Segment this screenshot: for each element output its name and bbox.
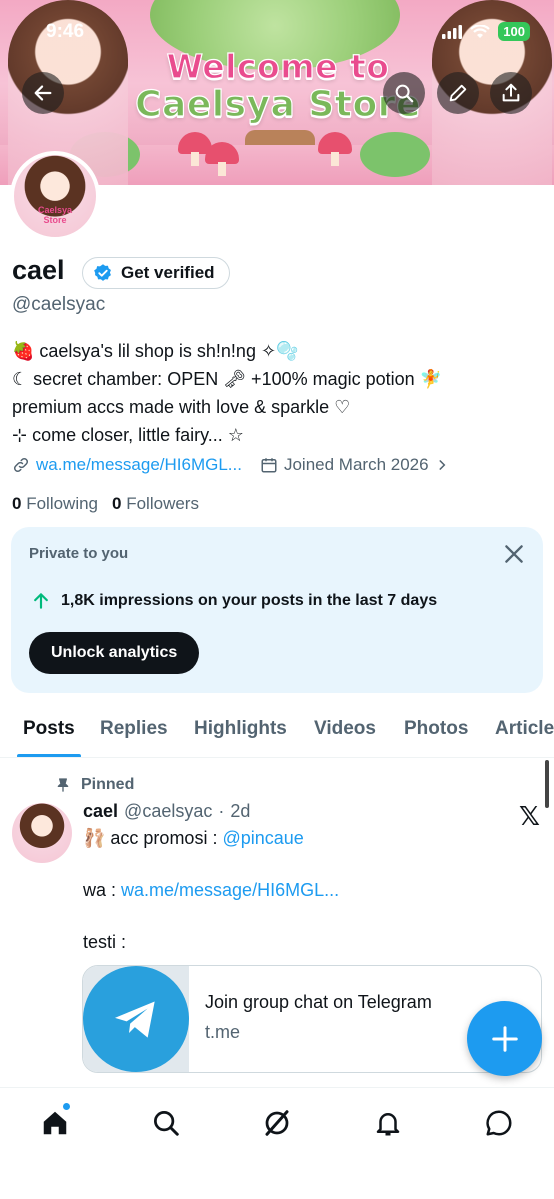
grok-icon: [265, 1110, 289, 1136]
home-notification-dot: [62, 1102, 71, 1111]
post-mention-link[interactable]: @pincaue: [222, 828, 303, 848]
post-header: cael @caelsyac · 2d: [83, 801, 250, 822]
followers-label: Followers: [126, 494, 199, 513]
status-icons: 100: [442, 22, 530, 41]
arrow-up-icon: [34, 593, 48, 609]
unlock-analytics-button[interactable]: Unlock analytics: [29, 632, 200, 674]
post-author-name[interactable]: cael: [83, 801, 118, 822]
nav-grok[interactable]: [260, 1106, 294, 1140]
nav-home[interactable]: [38, 1106, 72, 1140]
search-icon: [395, 84, 414, 103]
tab-articles[interactable]: Articles: [495, 718, 554, 740]
pinned-indicator: Pinned: [55, 776, 134, 794]
pin-icon: [57, 778, 69, 792]
post-text-line: 🩰 acc promosi : @pincaue: [83, 828, 304, 849]
followers-stat[interactable]: 0 Followers: [112, 494, 199, 514]
follow-stats: 0 Following 0 Followers: [12, 494, 199, 514]
bio-line: ☾ secret chamber: OPEN 🗝 +100% magic pot…: [12, 369, 443, 389]
calendar-icon: [261, 458, 277, 473]
post-text-prefix: wa :: [83, 880, 122, 900]
tab-replies[interactable]: Replies: [100, 718, 168, 740]
x-logo-icon: 𝕏: [519, 801, 540, 831]
impressions-row: 1,8K impressions on your posts in the la…: [31, 591, 437, 611]
profile-tabs: Posts Replies Highlights Videos Photos A…: [0, 704, 554, 758]
back-button[interactable]: [22, 72, 64, 114]
tab-posts[interactable]: Posts: [23, 718, 75, 740]
bell-icon: [376, 1113, 400, 1136]
post-avatar[interactable]: [12, 803, 72, 863]
get-verified-button[interactable]: Get verified: [82, 257, 230, 289]
nav-messages[interactable]: [482, 1106, 516, 1140]
post-separator: ·: [218, 801, 225, 821]
active-tab-indicator: [17, 754, 81, 757]
chat-bubble-icon: [486, 1110, 512, 1136]
bio-line: ⊹ come closer, little fairy... ☆: [12, 425, 244, 445]
analytics-card: Private to you 1,8K impressions on your …: [11, 527, 543, 693]
share-button[interactable]: [490, 72, 532, 114]
profile-avatar[interactable]: Caelsya Store: [10, 151, 100, 241]
nav-search[interactable]: [149, 1106, 183, 1140]
close-icon[interactable]: [501, 541, 527, 567]
edit-button[interactable]: [437, 72, 479, 114]
post-text-line: wa : wa.me/message/HI6MGL...: [83, 880, 339, 901]
bottom-navigation: [0, 1087, 554, 1199]
bio-line: premium accs made with love & sparkle ♡: [12, 397, 351, 417]
signal-icon: [442, 24, 463, 39]
telegram-plane-icon: [115, 1001, 155, 1038]
profile-website-link[interactable]: wa.me/message/HI6MGL...: [36, 455, 242, 475]
link-card-thumbnail: [83, 966, 189, 1072]
tab-highlights[interactable]: Highlights: [194, 718, 287, 740]
tab-photos[interactable]: Photos: [404, 718, 468, 740]
battery-indicator: 100: [498, 22, 530, 41]
joined-label: Joined March 2026: [283, 455, 429, 474]
post-text-prefix: 🩰 acc promosi :: [83, 828, 223, 848]
get-verified-label: Get verified: [121, 263, 215, 282]
profile-name: cael: [12, 255, 65, 285]
following-label: Following: [26, 494, 99, 513]
profile-handle: @caelsyac: [12, 294, 106, 315]
post-time[interactable]: 2d: [230, 801, 250, 822]
status-time: 9:46: [46, 21, 85, 42]
link-card-title: Join group chat on Telegram: [205, 992, 432, 1012]
telegram-logo: [83, 966, 189, 1072]
nav-notifications[interactable]: [371, 1106, 405, 1140]
link-card-domain: t.me: [205, 1022, 241, 1042]
chevron-right-icon: [439, 460, 445, 470]
share-icon: [502, 83, 520, 102]
scrollbar[interactable]: [545, 760, 549, 808]
verified-badge-icon: [94, 264, 111, 281]
banner-mushroom: [318, 132, 352, 166]
post-author-handle[interactable]: @caelsyac: [124, 801, 212, 822]
followers-count: 0: [112, 494, 122, 513]
profile-bio: 🍓 caelsya's lil shop is sh!n!ng ✧🫧 ☾ sec…: [12, 337, 542, 449]
avatar-label-top: Caelsya: [37, 205, 73, 215]
tab-videos[interactable]: Videos: [314, 718, 376, 740]
post-wa-link[interactable]: wa.me/message/HI6MGL...: [121, 880, 339, 900]
compose-post-button[interactable]: [467, 1001, 542, 1076]
impressions-text: 1,8K impressions on your posts in the la…: [61, 592, 438, 609]
avatar-label-bottom: Store: [43, 215, 67, 225]
private-label: Private to you: [29, 545, 129, 562]
home-icon: [43, 1111, 67, 1135]
avatar-label: Caelsya Store: [34, 205, 76, 225]
link-icon: [13, 457, 29, 473]
following-stat[interactable]: 0 Following: [12, 494, 98, 514]
pinned-label: Pinned: [81, 776, 135, 793]
joined-date[interactable]: Joined March 2026: [260, 455, 449, 475]
profile-meta: wa.me/message/HI6MGL... Joined March 202…: [12, 455, 449, 475]
search-icon: [154, 1111, 179, 1136]
pencil-icon: [449, 84, 467, 102]
wifi-icon: [470, 24, 491, 38]
search-button[interactable]: [383, 72, 425, 114]
plus-icon: [491, 1025, 518, 1052]
post-text-line: testi :: [83, 932, 127, 952]
following-count: 0: [12, 494, 22, 513]
back-arrow-icon: [34, 85, 52, 101]
bio-line: 🍓 caelsya's lil shop is sh!n!ng ✧🫧: [12, 341, 299, 361]
banner-bush: [360, 132, 430, 177]
